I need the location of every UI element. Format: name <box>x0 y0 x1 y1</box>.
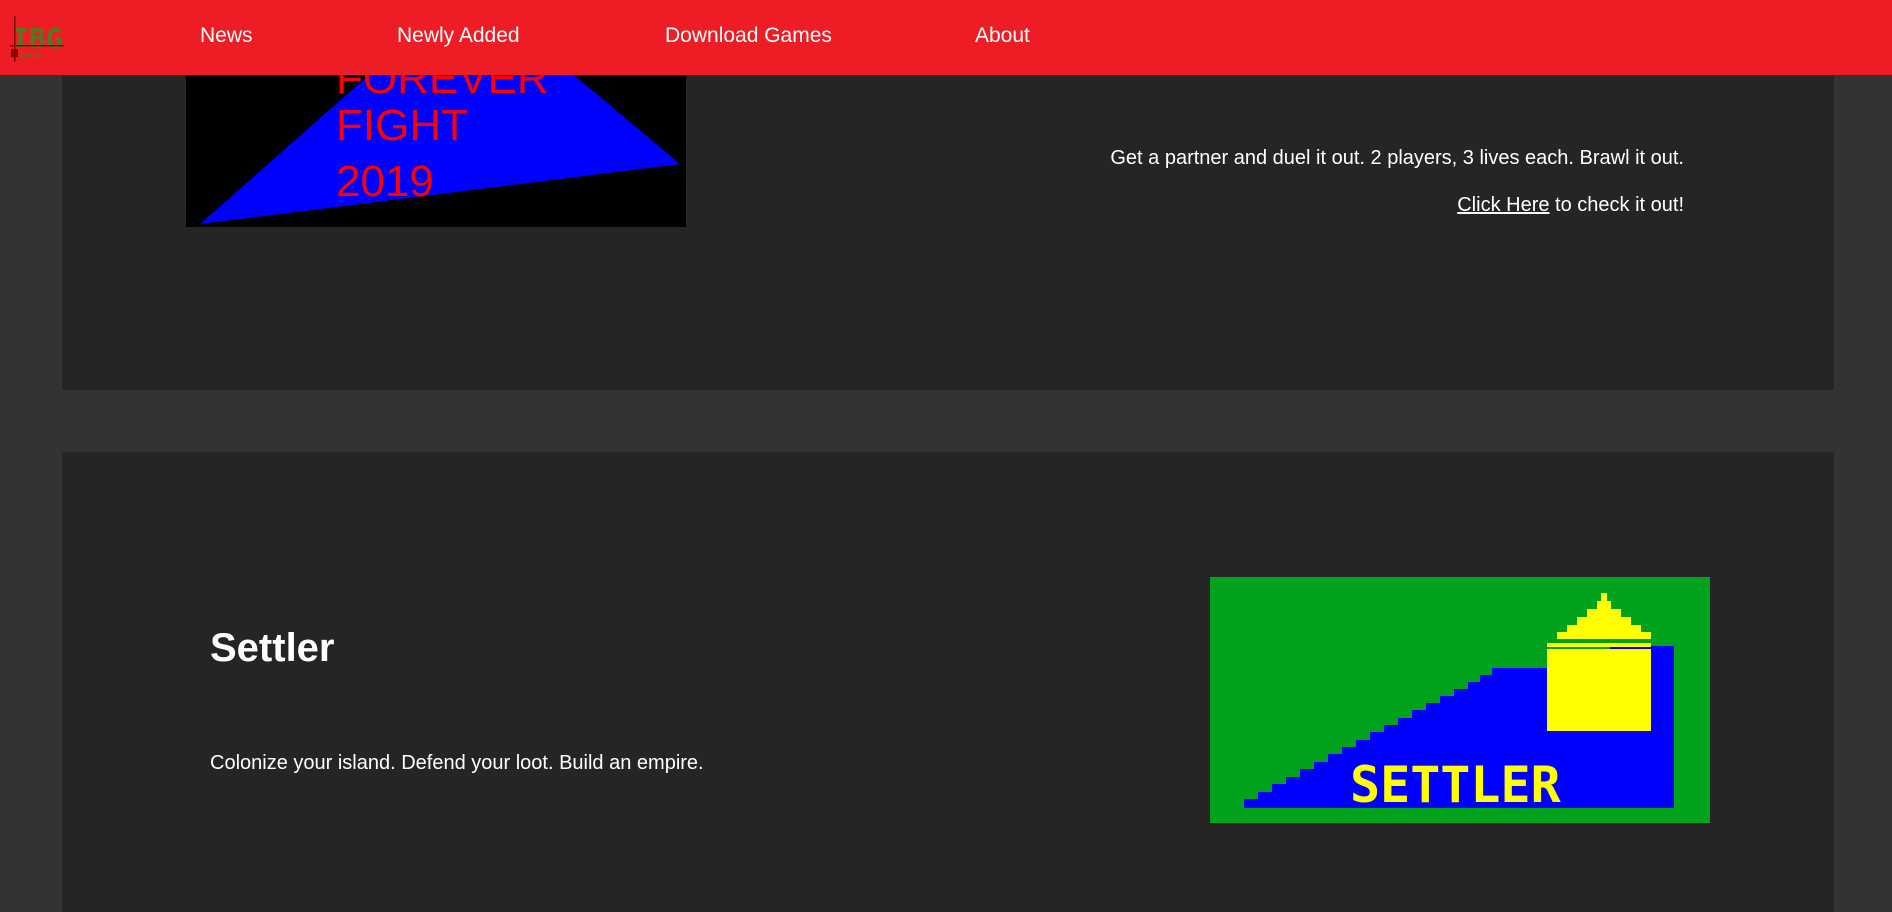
svg-text:GAMING: GAMING <box>19 52 44 60</box>
svg-text:FIGHT: FIGHT <box>336 101 468 150</box>
logo-icon: IBG GAMING <box>10 12 64 62</box>
settler-title: Settler <box>210 626 335 670</box>
forever-fight-description: Get a partner and duel it out. 2 players… <box>1110 147 1684 169</box>
nav-download-games[interactable]: Download Games <box>665 24 832 48</box>
site-logo[interactable]: IBG GAMING <box>10 12 64 62</box>
svg-text:2019: 2019 <box>336 157 434 206</box>
svg-text:SETTLER: SETTLER <box>1350 756 1562 814</box>
forever-fight-cta-suffix: to check it out! <box>1549 194 1684 216</box>
forever-fight-cta: Click Here to check it out! <box>1457 194 1684 217</box>
forever-fight-click-here-link[interactable]: Click Here <box>1457 194 1549 216</box>
settler-description: Colonize your island. Defend your loot. … <box>210 752 704 774</box>
nav-about[interactable]: About <box>975 24 1030 48</box>
svg-text:IBG: IBG <box>12 22 63 55</box>
nav-newly-added[interactable]: Newly Added <box>397 24 520 48</box>
game-card-settler: Settler Colonize your island. Defend you… <box>62 452 1834 912</box>
top-navbar: IBG GAMING News Newly Added Download Gam… <box>0 0 1892 75</box>
settler-thumbnail: SETTLER <box>1210 577 1710 823</box>
settler-image[interactable]: SETTLER <box>1210 577 1710 823</box>
nav-news[interactable]: News <box>200 24 253 48</box>
